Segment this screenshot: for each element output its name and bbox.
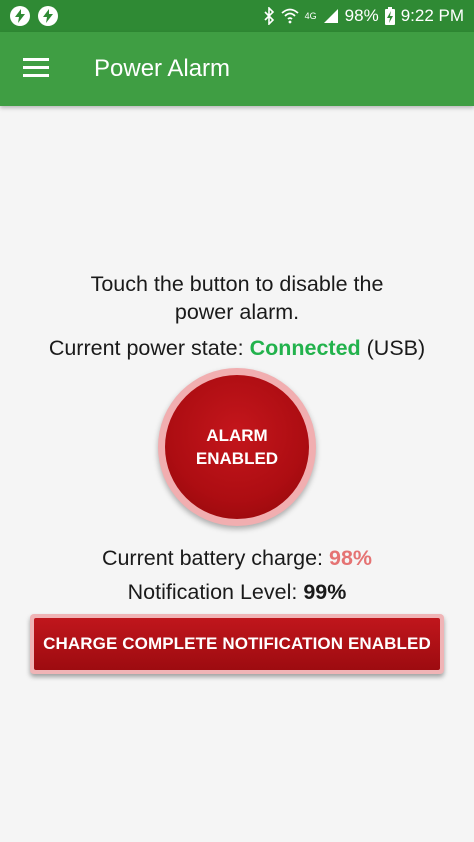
notification-level-label: Notification Level: (127, 580, 304, 604)
notification-level-value: 99% (303, 580, 347, 604)
instruction-line-2: power alarm. (174, 300, 300, 324)
main-content: Touch the button to disable the power al… (0, 106, 474, 842)
battery-charge-value: 98% (329, 546, 373, 570)
wifi-icon (281, 8, 299, 24)
menu-button[interactable] (0, 32, 72, 106)
power-state-label: Current power state: (48, 336, 250, 360)
clock: 9:22 PM (400, 6, 464, 25)
charge-button-label: CHARGE COMPLETE NOTIFICATION ENABLED (34, 618, 440, 670)
status-right-group: 4G 98% 9:22 PM (263, 6, 464, 26)
hamburger-menu-icon (23, 57, 49, 82)
alarm-button-label-line-1: ALARM (206, 426, 268, 445)
power-state-value: Connected (249, 336, 361, 360)
app-bar: Power Alarm (0, 32, 474, 106)
notification-level-line: Notification Level: 99% (0, 580, 474, 605)
bluetooth-icon (263, 7, 275, 25)
status-left-group (10, 6, 58, 26)
power-state-line: Current power state: Connected (USB) (0, 336, 474, 361)
alarm-button-face: ALARM ENABLED (165, 375, 309, 519)
bolt-icon (10, 6, 30, 26)
instruction-line-1: Touch the button to disable the (90, 272, 384, 296)
battery-charging-icon (384, 7, 395, 25)
signal-icon (323, 8, 339, 24)
status-bar: 4G 98% 9:22 PM (0, 0, 474, 32)
power-state-source: (USB) (360, 336, 426, 360)
bolt-icon (38, 6, 58, 26)
charge-complete-notification-button[interactable]: CHARGE COMPLETE NOTIFICATION ENABLED (30, 614, 444, 674)
network-type-label: 4G (304, 11, 317, 21)
battery-percent: 98% (344, 6, 379, 25)
battery-charge-label: Current battery charge: (101, 546, 329, 570)
instruction-text: Touch the button to disable the power al… (0, 270, 474, 326)
alarm-toggle-button[interactable]: ALARM ENABLED (158, 368, 316, 526)
app-title: Power Alarm (94, 55, 231, 82)
alarm-button-label-line-2: ENABLED (195, 449, 279, 468)
battery-charge-line: Current battery charge: 98% (0, 546, 474, 571)
